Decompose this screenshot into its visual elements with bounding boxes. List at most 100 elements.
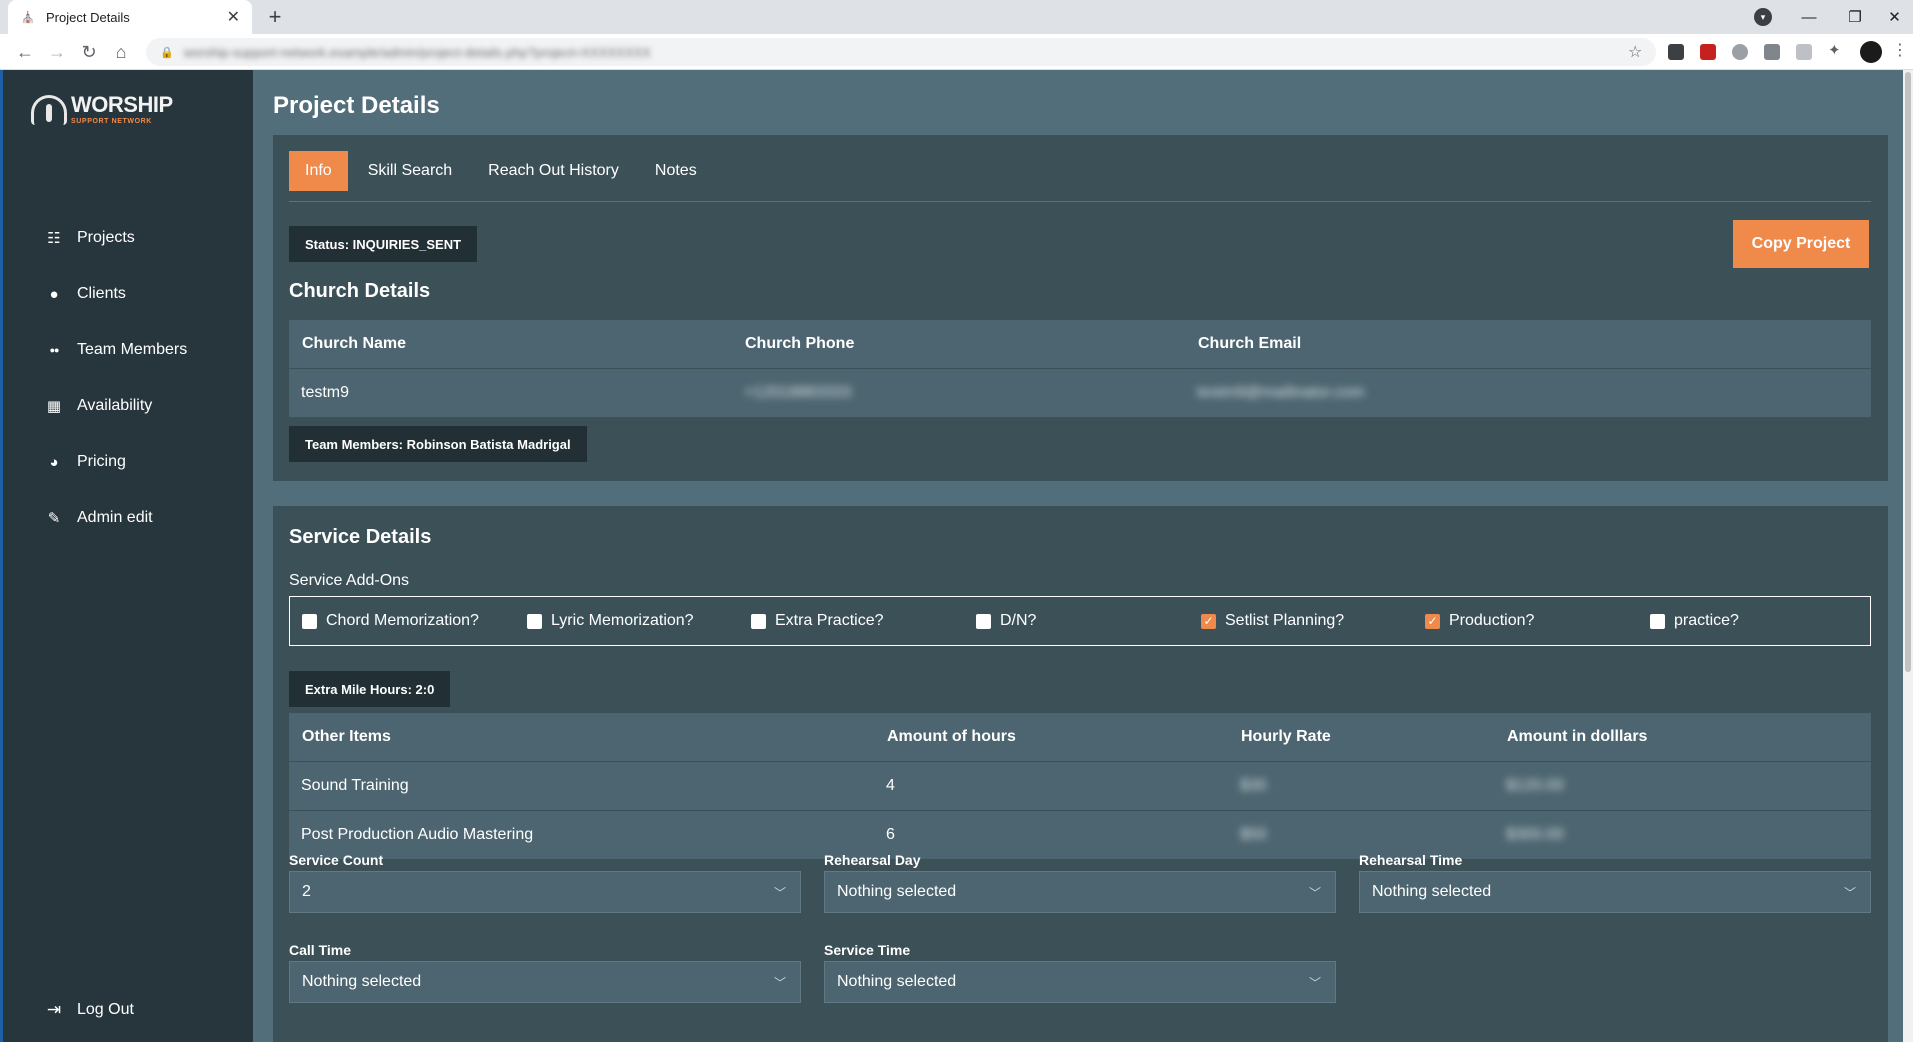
column-header: Church Name [289, 320, 732, 369]
checkbox[interactable] [1650, 613, 1665, 629]
service-count-value: 2 [302, 883, 311, 900]
tab-skill-search[interactable]: Skill Search [352, 151, 468, 191]
pencil-icon: ✎ [47, 510, 61, 527]
rehearsal-day-select[interactable]: Nothing selected ﹀ [824, 871, 1336, 913]
column-header: Amount in dolllars [1494, 713, 1871, 762]
people-icon: ●● [49, 345, 60, 355]
sidebar-item-availability[interactable]: ▦ Availability [43, 378, 187, 434]
checkbox[interactable] [976, 613, 991, 629]
other-items-table: Other Items Amount of hours Hourly Rate … [289, 713, 1871, 860]
addon-d-n[interactable]: D/N? [976, 597, 1036, 645]
sidebar-item-clients[interactable]: ● Clients [43, 266, 187, 322]
logout-icon: ⇥ [46, 1000, 62, 1019]
table-row: testm9 +12018883333 testm9@mailinator.co… [289, 368, 1871, 418]
calendar-icon: ▦ [46, 398, 62, 415]
address-url: worship-support-network.example/admin/pr… [183, 44, 651, 60]
extension-icon[interactable] [1668, 44, 1684, 60]
addon-practice[interactable]: practice? [1650, 597, 1739, 645]
minimize-button[interactable]: — [1786, 0, 1832, 34]
addon-production[interactable]: ✓ Production? [1425, 597, 1534, 645]
sidebar: WORSHIP SUPPORT NETWORK ☷ Projects ● Cli… [0, 70, 253, 1042]
profile-avatar[interactable] [1860, 41, 1882, 63]
item-amount: $120.00 [1506, 776, 1564, 794]
column-header: Other Items [289, 713, 874, 762]
copy-project-button[interactable]: Copy Project [1733, 220, 1869, 268]
logo[interactable]: WORSHIP SUPPORT NETWORK [31, 94, 173, 125]
addon-label: Setlist Planning? [1225, 612, 1345, 629]
item-rate: $30 [1240, 776, 1267, 794]
microphone-logo-icon [31, 94, 67, 125]
lock-icon: 🔒 [160, 46, 174, 59]
tab-info[interactable]: Info [289, 151, 348, 191]
table-header-row: Church Name Church Phone Church Email [289, 320, 1871, 369]
home-icon[interactable]: ⌂ [108, 40, 134, 64]
address-bar[interactable]: 🔒 worship-support-network.example/admin/… [146, 38, 1656, 66]
item-amount: $300.00 [1506, 825, 1564, 843]
bookmark-star-icon[interactable]: ☆ [1628, 42, 1642, 62]
pie-chart-icon: ◕ [49, 453, 59, 471]
call-time-value: Nothing selected [302, 973, 422, 990]
checkbox-checked[interactable]: ✓ [1425, 613, 1440, 629]
tab-reach-out-history[interactable]: Reach Out History [472, 151, 635, 191]
browser-tab[interactable]: ⛪ Project Details ✕ [8, 0, 252, 34]
browser-tab-title: Project Details [46, 9, 130, 25]
sidebar-item-label: Clients [77, 285, 126, 302]
service-count-select[interactable]: 2 ﹀ [289, 871, 801, 913]
checkbox[interactable] [302, 613, 317, 629]
service-time-select[interactable]: Nothing selected ﹀ [824, 961, 1336, 1003]
checkbox[interactable] [527, 613, 542, 629]
call-time-select[interactable]: Nothing selected ﹀ [289, 961, 801, 1003]
chevron-down-icon: ﹀ [773, 886, 786, 900]
service-time-label: Service Time [824, 942, 911, 958]
sidebar-item-projects[interactable]: ☷ Projects [43, 210, 187, 266]
project-info-card: Info Skill Search Reach Out History Note… [273, 135, 1888, 481]
chevron-down-icon: ﹀ [1308, 976, 1321, 990]
sidebar-nav: ☷ Projects ● Clients ●● Team Members ▦ A… [43, 210, 187, 546]
addon-chord-memorization[interactable]: Chord Memorization? [302, 597, 479, 645]
addon-label: Extra Practice? [775, 612, 884, 629]
projects-icon: ☷ [47, 230, 61, 247]
call-time-label: Call Time [289, 942, 351, 958]
window-close-button[interactable]: ✕ [1876, 0, 1913, 34]
service-count-label: Service Count [289, 852, 384, 868]
reload-icon[interactable]: ↻ [76, 40, 102, 64]
restore-button[interactable]: ❐ [1832, 0, 1878, 34]
service-addons-label: Service Add-Ons [289, 572, 410, 589]
forward-arrow-icon[interactable]: → [44, 40, 70, 64]
extension-icon[interactable] [1764, 44, 1780, 60]
sidebar-item-team-members[interactable]: ●● Team Members [43, 322, 188, 378]
page-scrollbar[interactable] [1903, 70, 1913, 1042]
new-tab-button[interactable]: + [262, 4, 288, 30]
sidebar-item-pricing[interactable]: ◕ Pricing [43, 434, 187, 490]
checkbox[interactable] [751, 613, 766, 629]
tab-notes[interactable]: Notes [639, 151, 713, 191]
puzzle-icon[interactable]: ✦ [1828, 41, 1844, 59]
church-details-table: Church Name Church Phone Church Email te… [289, 320, 1871, 418]
logo-word: WORSHIP [71, 92, 173, 117]
church-email: testm9@mailinator.com [1197, 383, 1365, 401]
addon-label: Production? [1449, 612, 1535, 629]
sidebar-item-label: Pricing [77, 453, 126, 470]
rehearsal-time-select[interactable]: Nothing selected ﹀ [1359, 871, 1871, 913]
logout-button[interactable]: ⇥ Log Out [43, 1000, 134, 1020]
page-title: Project Details [273, 92, 440, 119]
addon-extra-practice[interactable]: Extra Practice? [751, 597, 883, 645]
browser-tabstrip: ⛪ Project Details ✕ + ▾ — ❐ ✕ [0, 0, 1913, 34]
item-hours: 4 [874, 761, 1228, 811]
more-menu-icon[interactable]: ⋮ [1892, 40, 1908, 59]
addon-label: Chord Memorization? [326, 612, 479, 629]
tab-search-icon[interactable]: ▾ [1754, 8, 1772, 26]
checkbox-checked[interactable]: ✓ [1201, 613, 1216, 629]
person-icon: ● [49, 285, 59, 303]
addon-lyric-memorization[interactable]: Lyric Memorization? [527, 597, 694, 645]
pdf-extension-icon[interactable] [1700, 44, 1716, 60]
close-tab-icon[interactable]: ✕ [227, 7, 240, 27]
back-arrow-icon[interactable]: ← [12, 40, 38, 64]
extension-icon[interactable] [1796, 44, 1812, 60]
scrollbar-thumb[interactable] [1905, 72, 1911, 672]
column-header: Hourly Rate [1228, 713, 1494, 762]
sidebar-item-admin-edit[interactable]: ✎ Admin edit [43, 490, 187, 546]
extension-icon[interactable] [1732, 44, 1748, 60]
addon-label: D/N? [1000, 612, 1037, 629]
addon-setlist-planning[interactable]: ✓ Setlist Planning? [1201, 597, 1344, 645]
